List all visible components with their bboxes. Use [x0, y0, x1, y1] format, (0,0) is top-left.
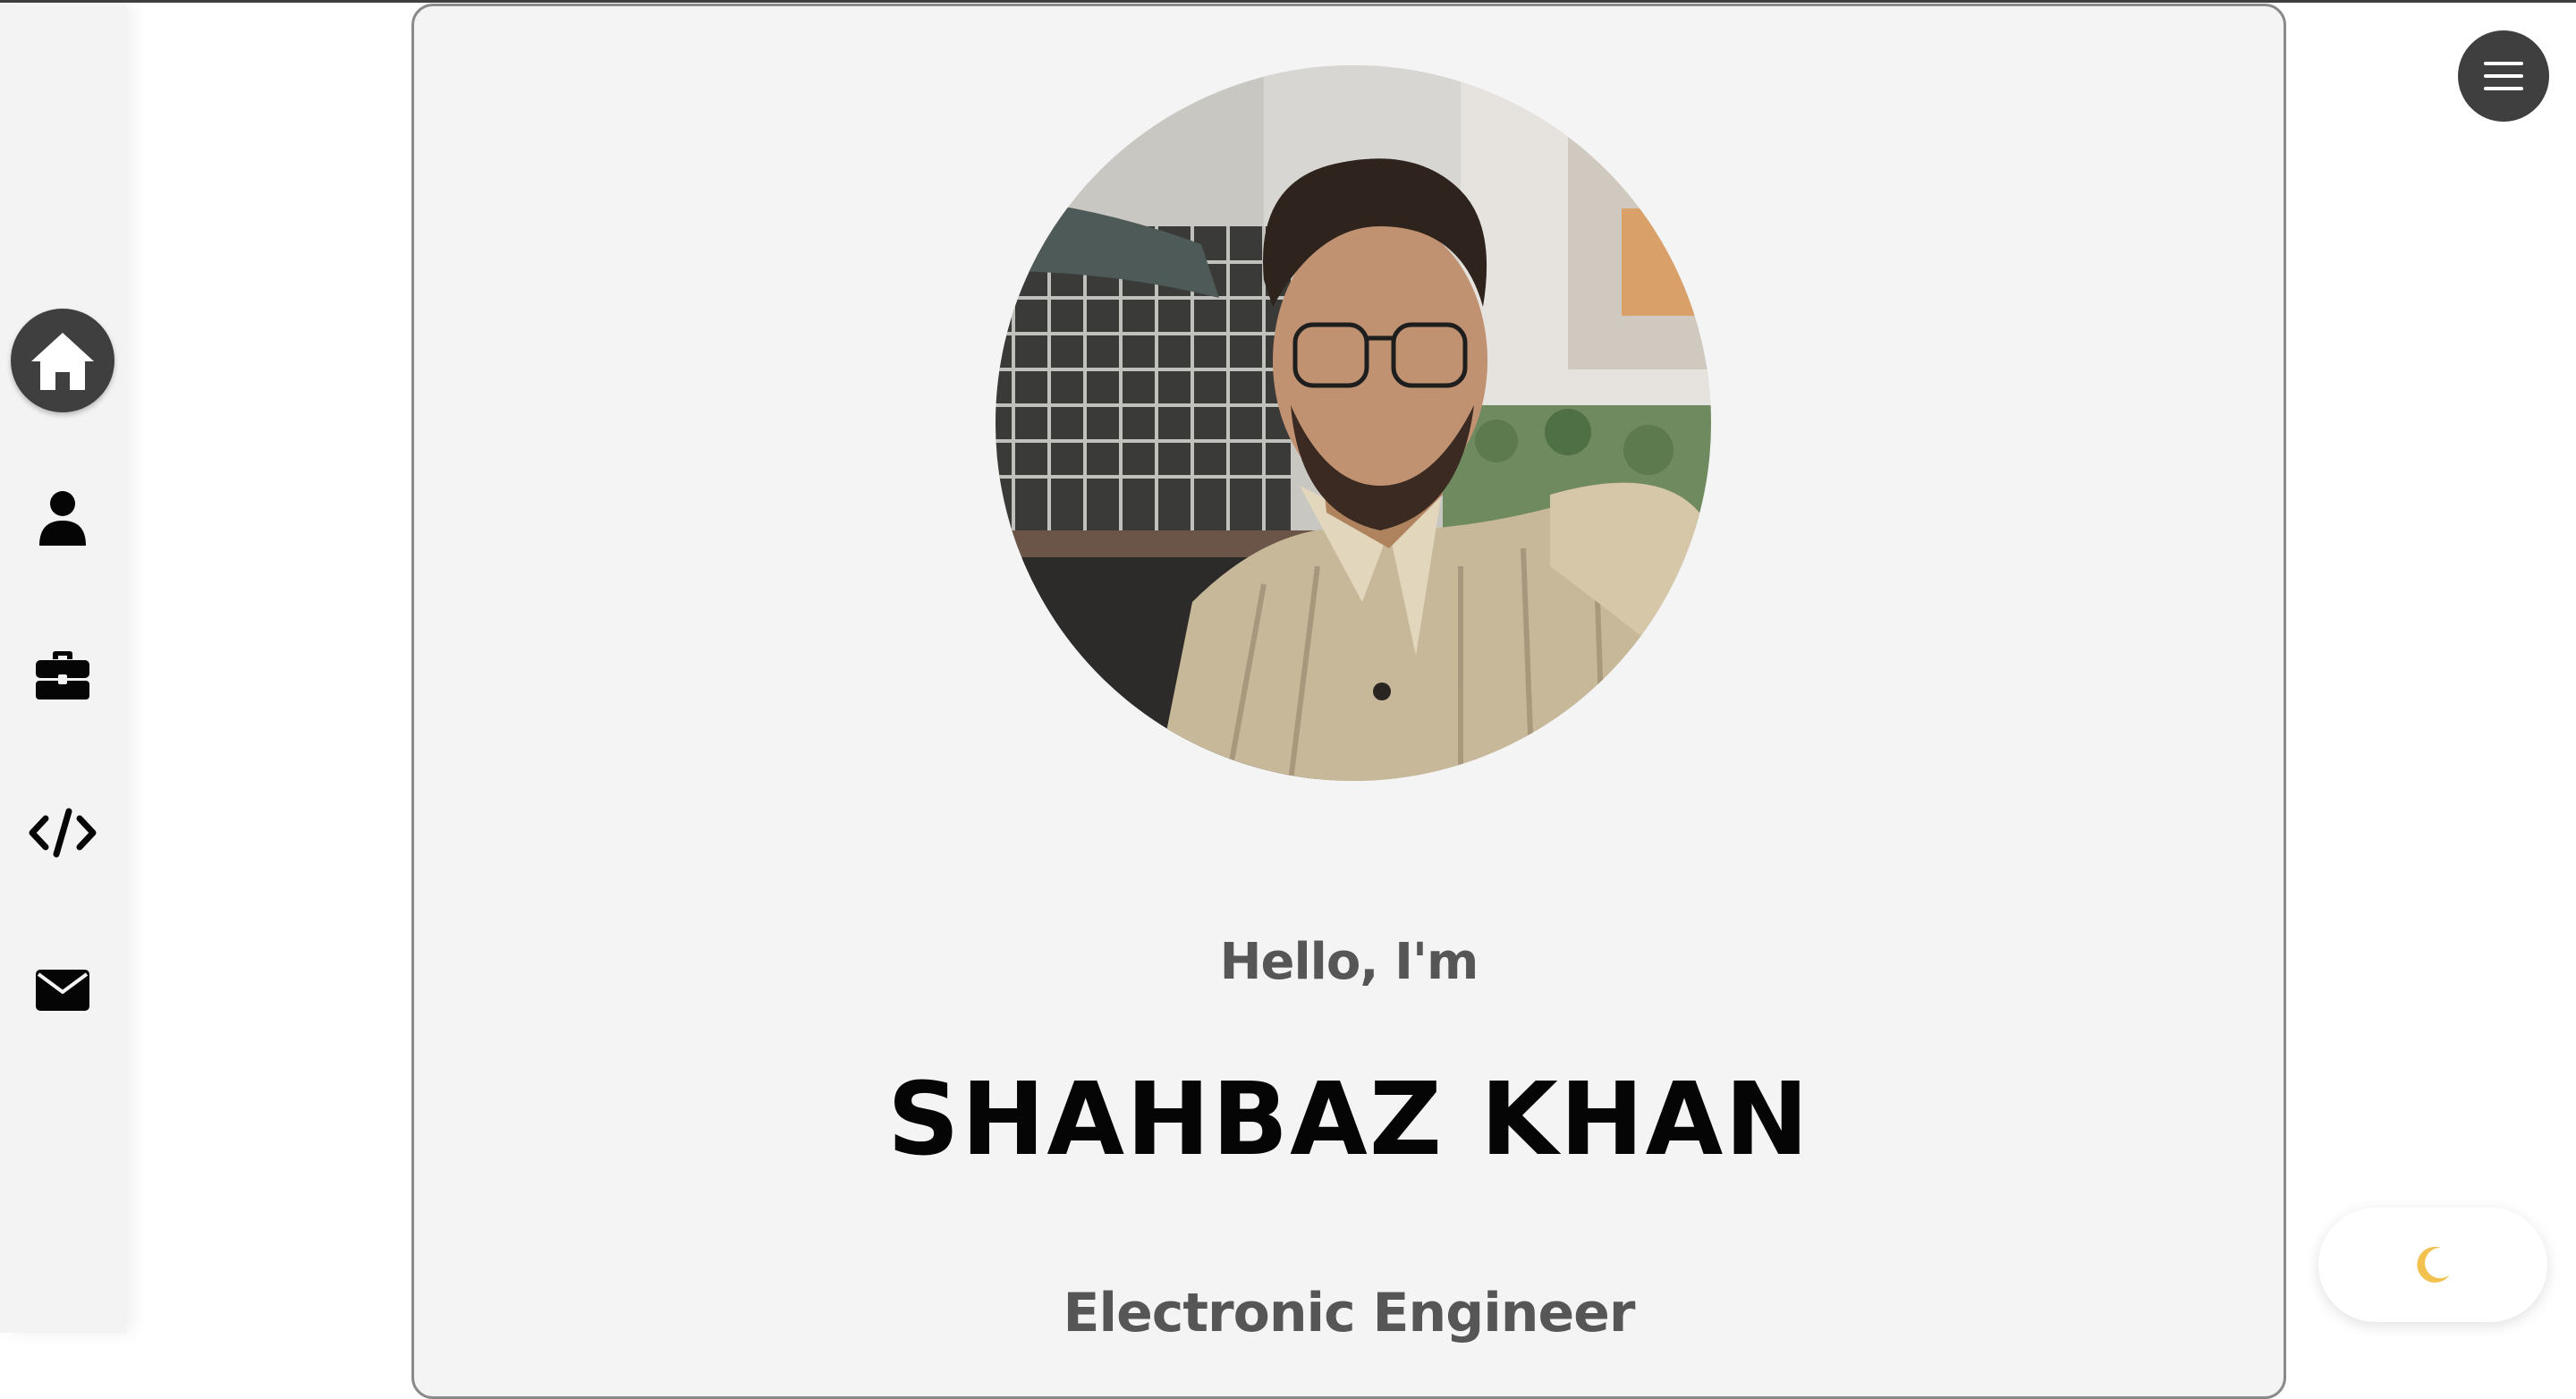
hero-role: Electronic Engineer	[1063, 1282, 1636, 1344]
sidebar-item-experience[interactable]	[11, 623, 114, 727]
sidebar-item-about[interactable]	[11, 466, 114, 570]
hero-name: SHAHBAZ KHAN	[887, 1062, 1810, 1178]
hero-card: Hello, I'm SHAHBAZ KHAN Electronic Engin…	[411, 4, 2286, 1399]
theme-toggle-button[interactable]	[2318, 1208, 2547, 1322]
moon-icon	[2417, 1246, 2450, 1283]
top-border	[0, 0, 2576, 3]
briefcase-icon	[36, 651, 89, 700]
hero-greeting: Hello, I'm	[1219, 933, 1479, 991]
code-icon	[29, 808, 97, 858]
hamburger-menu-icon	[2484, 62, 2523, 90]
home-icon	[31, 333, 94, 390]
menu-button[interactable]	[2458, 30, 2549, 122]
sidebar-item-contact[interactable]	[11, 938, 114, 1042]
sidebar-nav	[0, 3, 127, 1333]
sidebar-item-projects[interactable]	[11, 781, 114, 885]
sidebar-item-home[interactable]	[11, 309, 114, 412]
profile-photo	[996, 65, 1711, 781]
envelope-icon	[36, 970, 89, 1011]
user-icon	[39, 491, 86, 546]
